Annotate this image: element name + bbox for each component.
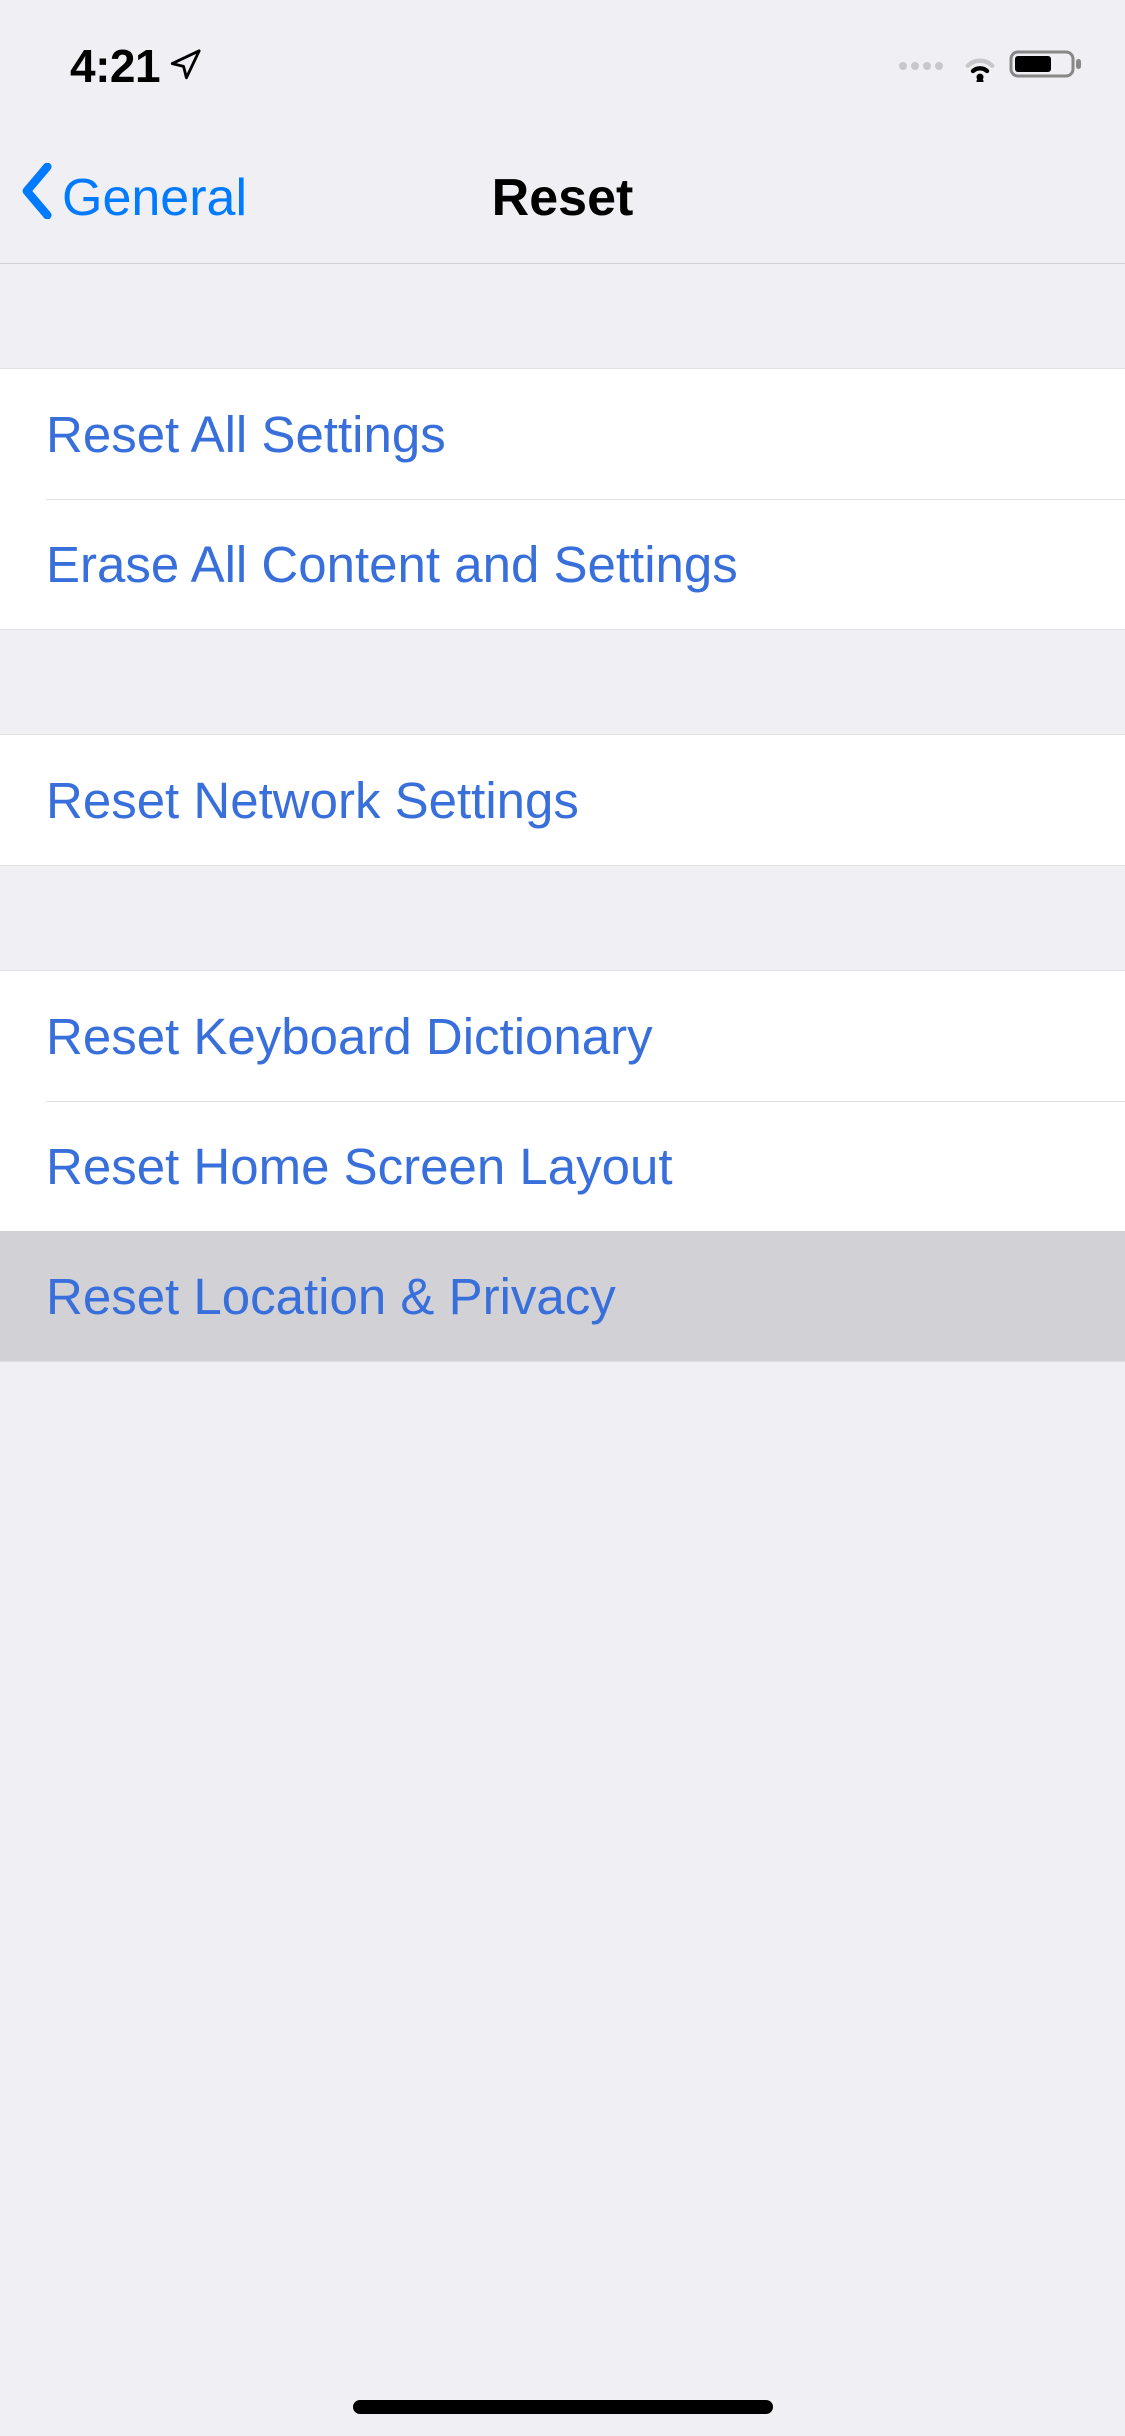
row-label: Reset All Settings [46, 405, 446, 464]
row-reset-location-privacy[interactable]: Reset Location & Privacy [0, 1231, 1125, 1361]
row-label: Reset Keyboard Dictionary [46, 1007, 653, 1066]
home-indicator [353, 2400, 773, 2414]
row-reset-network-settings[interactable]: Reset Network Settings [0, 735, 1125, 865]
section-gap [0, 264, 1125, 368]
chevron-left-icon [20, 163, 56, 232]
nav-bar: General Reset [0, 132, 1125, 264]
row-label: Erase All Content and Settings [46, 535, 738, 594]
row-erase-all-content[interactable]: Erase All Content and Settings [0, 499, 1125, 629]
section-other-resets: Reset Keyboard Dictionary Reset Home Scr… [0, 970, 1125, 1362]
section-gap [0, 866, 1125, 970]
section-reset-main: Reset All Settings Erase All Content and… [0, 368, 1125, 630]
row-reset-home-screen-layout[interactable]: Reset Home Screen Layout [0, 1101, 1125, 1231]
status-time: 4:21 [70, 39, 202, 93]
back-label: General [62, 168, 247, 228]
section-gap [0, 630, 1125, 734]
row-reset-keyboard-dictionary[interactable]: Reset Keyboard Dictionary [0, 971, 1125, 1101]
row-reset-all-settings[interactable]: Reset All Settings [0, 369, 1125, 499]
row-label: Reset Network Settings [46, 771, 579, 830]
location-services-icon [168, 39, 202, 93]
row-label: Reset Home Screen Layout [46, 1137, 673, 1196]
row-label: Reset Location & Privacy [46, 1267, 616, 1326]
section-network: Reset Network Settings [0, 734, 1125, 866]
status-right [899, 46, 1085, 87]
status-time-text: 4:21 [70, 39, 160, 93]
signal-dots-icon [899, 62, 943, 70]
status-bar: 4:21 [0, 0, 1125, 132]
wifi-icon [959, 46, 1001, 87]
battery-icon [1009, 46, 1085, 87]
page-title: Reset [492, 168, 634, 228]
back-button[interactable]: General [20, 163, 247, 232]
